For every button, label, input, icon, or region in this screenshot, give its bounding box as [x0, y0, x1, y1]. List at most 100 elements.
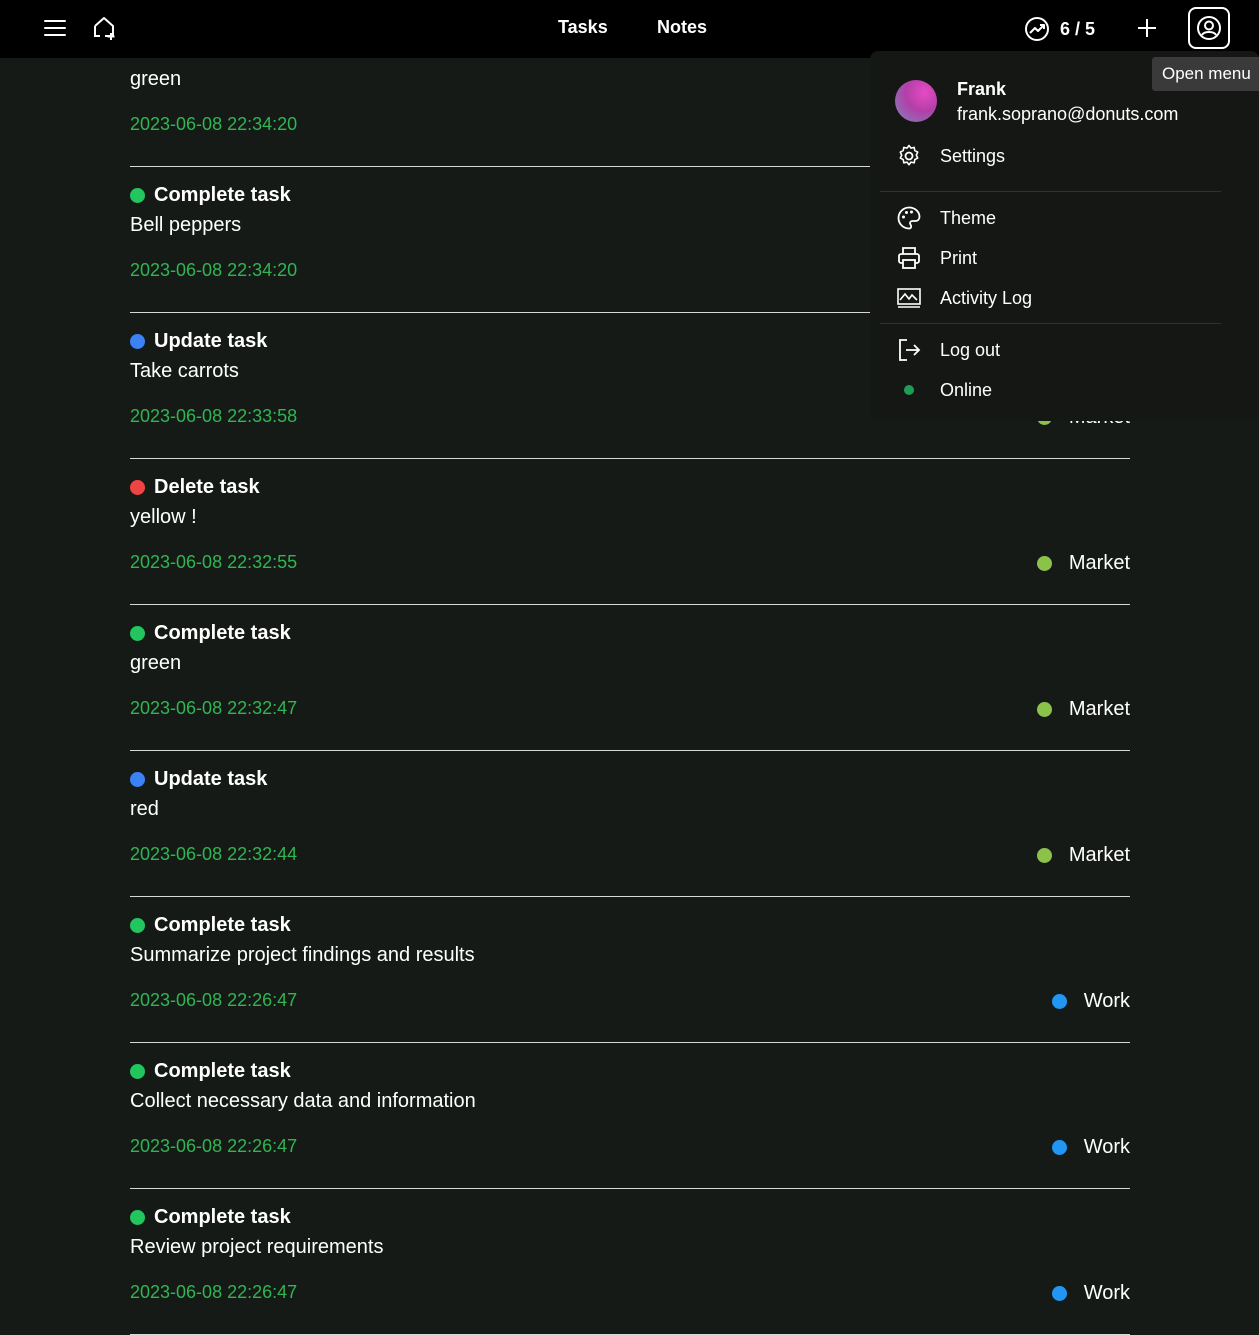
action-label: Update task	[154, 768, 268, 790]
activity-entry[interactable]: Complete task Collect necessary data and …	[130, 1042, 1130, 1189]
activity-entry[interactable]: Update task red 2023-06-08 22:32:44 Market	[130, 750, 1130, 897]
timestamp: 2023-06-08 22:26:47	[130, 1282, 298, 1302]
action-status-dot	[130, 480, 145, 495]
task-name: Take carrots	[130, 360, 239, 382]
palette-icon	[895, 204, 923, 232]
nav-tasks-link[interactable]: Tasks	[558, 17, 608, 38]
menu-item-activity-log[interactable]: Activity Log	[895, 284, 1032, 312]
timestamp: 2023-06-08 22:26:47	[130, 1136, 298, 1156]
entry-action: Update task	[130, 330, 267, 353]
action-label: Delete task	[154, 476, 260, 498]
action-status-dot	[130, 918, 145, 933]
task-name: Review project requirements	[130, 1236, 384, 1258]
category-tag: Market	[1036, 844, 1130, 867]
menu-item-label: Print	[940, 247, 978, 268]
category-label: Work	[1083, 1282, 1130, 1304]
category-label: Market	[1068, 844, 1130, 866]
menu-item-label: Theme	[940, 207, 997, 228]
category-tag: Work	[1051, 1136, 1130, 1159]
entry-action: Complete task	[130, 1206, 291, 1229]
nav-notes-link[interactable]: Notes	[657, 17, 707, 38]
task-name: red	[130, 798, 159, 820]
user-dropdown-menu: Frank frank.soprano@donuts.com Settings …	[870, 51, 1259, 421]
timestamp: 2023-06-08 22:33:58	[130, 406, 298, 426]
timestamp: 2023-06-08 22:32:55	[130, 552, 298, 572]
category-color-dot	[1036, 848, 1052, 863]
menu-item-settings[interactable]: Settings	[895, 142, 1005, 170]
activity-entry[interactable]: Complete task Summarize project findings …	[130, 896, 1130, 1043]
entry-action: Delete task	[130, 476, 260, 499]
task-name: Bell peppers	[130, 214, 242, 236]
menu-item-label: Settings	[940, 145, 1006, 166]
entry-action: Complete task	[130, 184, 291, 207]
action-status-dot	[130, 626, 145, 641]
entry-action: Complete task	[130, 1060, 291, 1083]
entry-action: Update task	[130, 768, 267, 791]
timestamp: 2023-06-08 22:26:47	[130, 990, 298, 1010]
action-status-dot	[130, 772, 145, 787]
menu-divider	[880, 191, 1221, 192]
menu-item-online-status[interactable]: Online	[895, 376, 992, 404]
task-name: yellow !	[130, 506, 197, 528]
menu-item-print[interactable]: Print	[895, 244, 977, 272]
home-add-icon[interactable]	[88, 11, 122, 45]
entry-action: Complete task	[130, 622, 291, 645]
user-circle-icon	[1197, 16, 1221, 40]
timestamp: 2023-06-08 22:34:20	[130, 114, 298, 134]
timestamp: 2023-06-08 22:32:44	[130, 844, 298, 864]
menu-item-log-out[interactable]: Log out	[895, 336, 1000, 364]
action-label: Complete task	[154, 184, 291, 206]
trending-up-icon	[1025, 17, 1049, 41]
action-label: Complete task	[154, 914, 291, 936]
task-name: green	[130, 68, 182, 90]
add-icon[interactable]	[1130, 11, 1164, 45]
top-navigation-bar: Tasks Notes 6 / 5	[0, 0, 1259, 58]
action-label: Update task	[154, 330, 268, 352]
category-label: Market	[1068, 698, 1130, 720]
category-color-dot	[1051, 994, 1067, 1009]
activity-entry[interactable]: Delete task yellow ! 2023-06-08 22:32:55 Ma…	[130, 458, 1130, 605]
menu-divider	[880, 323, 1221, 324]
timestamp: 2023-06-08 22:32:47	[130, 698, 298, 718]
action-status-dot	[130, 1064, 145, 1079]
category-label: Work	[1083, 990, 1130, 1012]
task-name: green	[130, 652, 182, 674]
menu-item-theme[interactable]: Theme	[895, 204, 996, 232]
printer-icon	[895, 244, 923, 272]
category-label: Work	[1083, 1136, 1130, 1158]
progress-indicator[interactable]: 6 / 5	[1024, 14, 1095, 44]
category-color-dot	[1051, 1286, 1067, 1301]
menu-item-label: Online	[940, 379, 993, 400]
category-tag: Work	[1051, 1282, 1130, 1305]
action-label: Complete task	[154, 1060, 291, 1082]
task-name: Collect necessary data and information	[130, 1090, 476, 1112]
action-status-dot	[130, 1210, 145, 1225]
category-tag: Work	[1051, 990, 1130, 1013]
logout-icon	[895, 336, 923, 364]
action-status-dot	[130, 188, 145, 203]
avatar	[895, 80, 937, 122]
activity-entry[interactable]: Complete task green 2023-06-08 22:32:47 Mar…	[130, 604, 1130, 751]
category-color-dot	[1036, 556, 1052, 571]
hamburger-menu-icon[interactable]	[38, 11, 72, 45]
category-color-dot	[1036, 702, 1052, 717]
action-label: Complete task	[154, 1206, 291, 1228]
open-user-menu-button[interactable]	[1188, 7, 1230, 49]
progress-count: 6 / 5	[1060, 18, 1096, 39]
menu-item-label: Log out	[940, 339, 1001, 360]
category-tag: Market	[1036, 698, 1130, 721]
activity-entry[interactable]: Complete task Review project requirements…	[130, 1188, 1130, 1335]
user-name: Frank	[957, 79, 1007, 99]
category-tag: Market	[1036, 552, 1130, 575]
task-name: Summarize project findings and results	[130, 944, 475, 966]
menu-item-label: Activity Log	[940, 287, 1033, 308]
action-status-dot	[130, 334, 145, 349]
gear-icon	[895, 142, 923, 170]
open-menu-tooltip: Open menu	[1152, 57, 1259, 91]
activity-chart-icon	[895, 284, 923, 312]
category-color-dot	[1051, 1140, 1067, 1155]
timestamp: 2023-06-08 22:34:20	[130, 260, 298, 280]
category-label: Market	[1068, 552, 1130, 574]
user-email: frank.soprano@donuts.com	[957, 104, 1179, 124]
online-status-icon	[895, 376, 923, 404]
